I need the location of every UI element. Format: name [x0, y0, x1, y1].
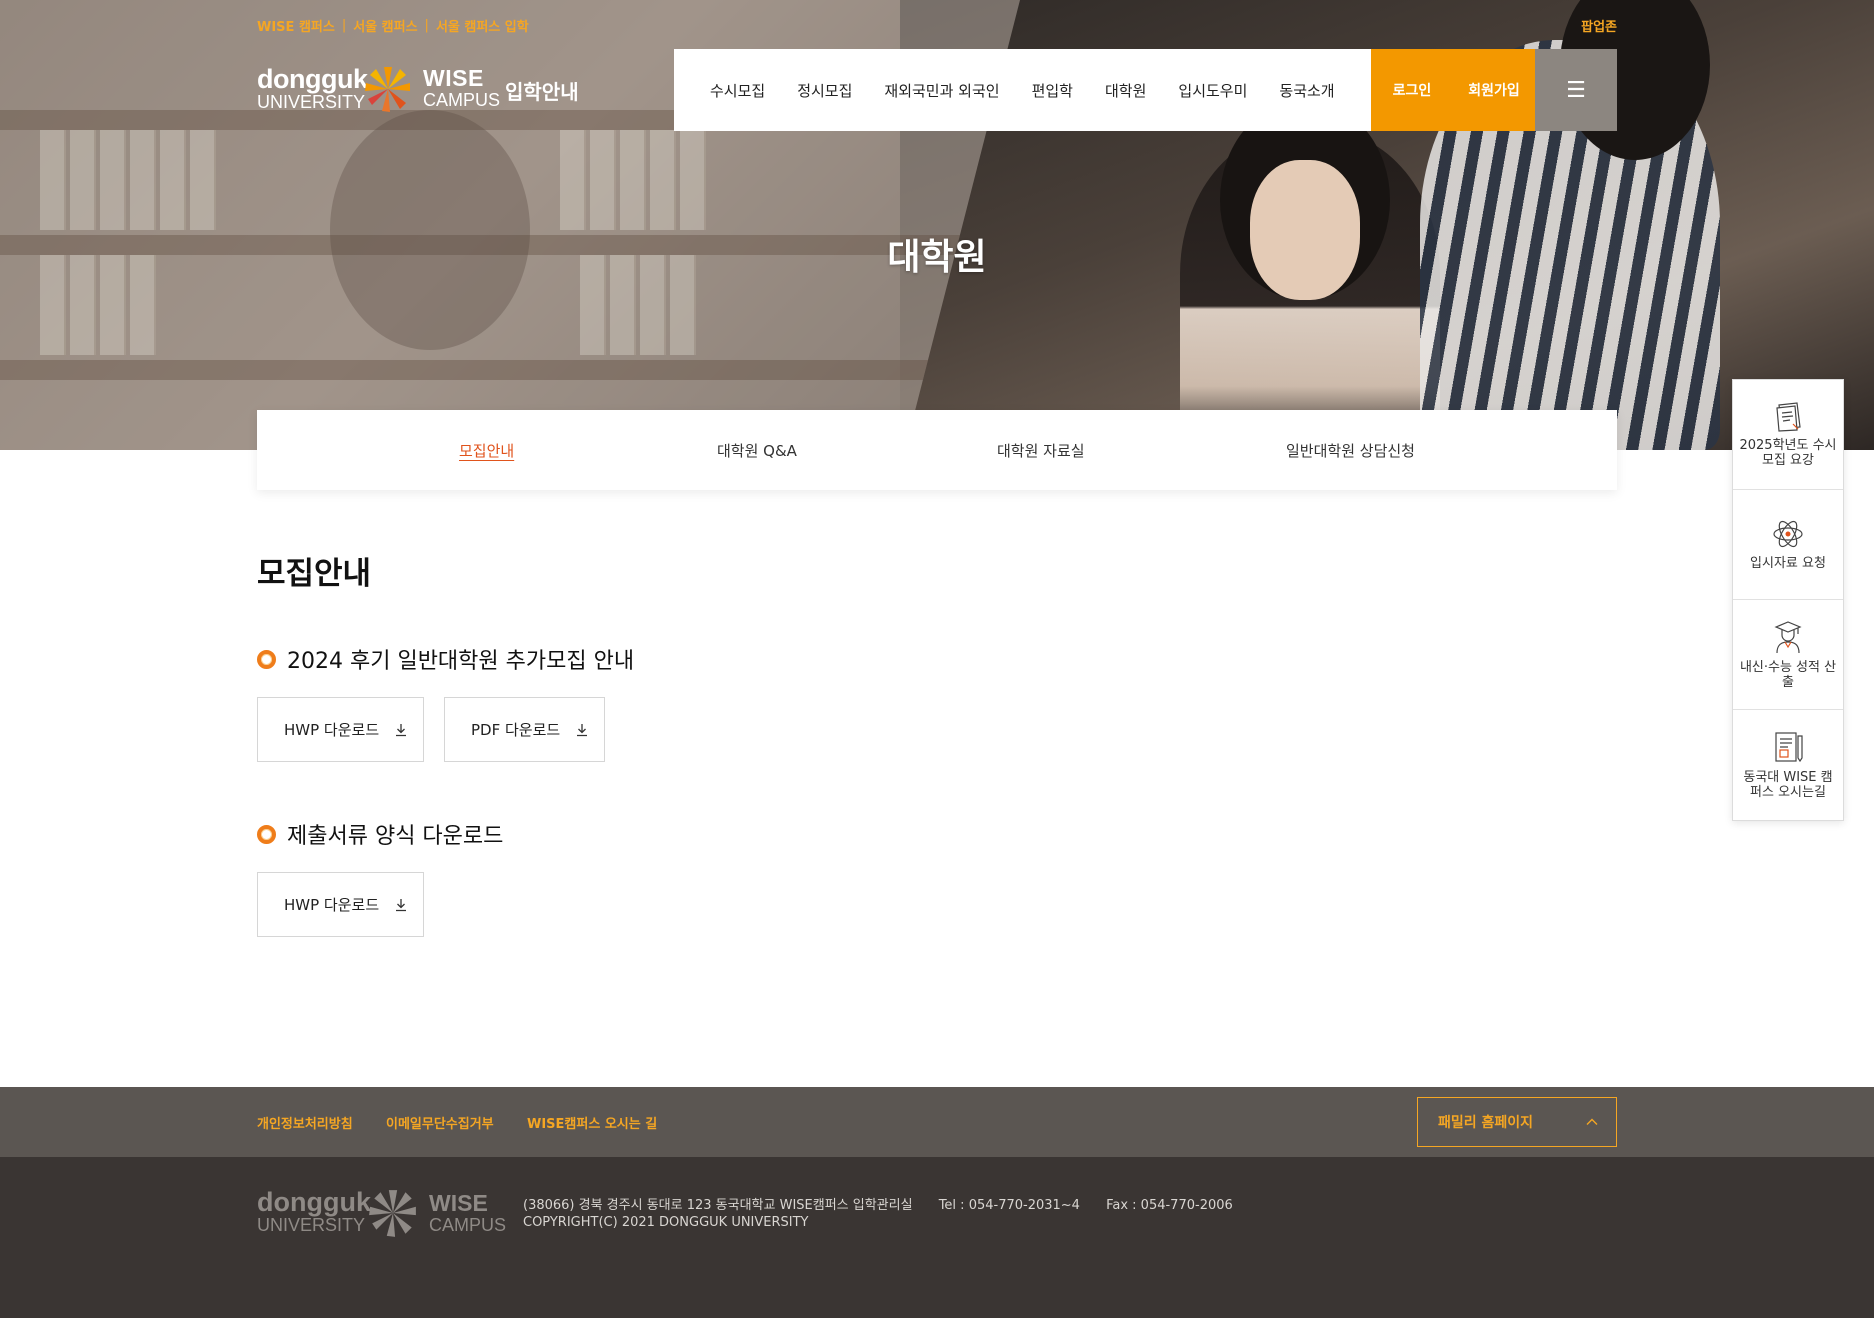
book — [680, 130, 706, 230]
logo-dongguk: dongguk UNIVERSITY — [257, 64, 368, 113]
quick-menu-guidebook[interactable]: 2025학년도 수시모집 요강 — [1733, 380, 1843, 490]
directions-link[interactable]: WISE캠퍼스 오시는 길 — [527, 1113, 657, 1132]
sub-tabs: 모집안내 대학원 Q&A 대학원 자료실 일반대학원 상담신청 — [257, 410, 1617, 490]
document-icon — [1776, 401, 1801, 432]
footer-contact-row: (38066) 경북 경주시 동대로 123 동국대학교 WISE캠퍼스 입학관… — [523, 1197, 1255, 1214]
section-title-text: 제출서류 양식 다운로드 — [287, 824, 504, 849]
tab-graduate-qna[interactable]: 대학원 Q&A — [717, 440, 797, 461]
footer-logo: dongguk UNIVERSITY WISE CAMPUS — [257, 1187, 507, 1241]
quick-menu-score-calculator[interactable]: 내신·수능 성적 산출 — [1733, 600, 1843, 710]
forms-hwp-download-button[interactable]: HWP 다운로드 — [257, 872, 424, 937]
privacy-policy-link[interactable]: 개인정보처리방침 — [257, 1113, 353, 1132]
book — [40, 130, 66, 230]
tab-recruitment-info[interactable]: 모집안내 — [459, 440, 514, 461]
shelf — [0, 360, 940, 380]
login-button[interactable]: 로그인 — [1371, 49, 1453, 131]
button-label: HWP 다운로드 — [284, 896, 380, 914]
logo-campus-text: CAMPUS — [423, 90, 501, 110]
logo-title: 입학안내 — [505, 80, 579, 104]
download-icon — [577, 724, 587, 737]
nav-item-regular-admission[interactable]: 정시모집 — [797, 80, 852, 101]
footer-logo-dongguk-text: dongguk — [257, 1187, 371, 1217]
book — [160, 130, 186, 230]
divider: | — [341, 18, 347, 33]
quick-menu-label: 입시자료 요청 — [1750, 556, 1826, 571]
atom-icon — [1773, 520, 1803, 548]
nav-item-about[interactable]: 동국소개 — [1279, 80, 1334, 101]
footer-logo-wise: WISE CAMPUS — [429, 1191, 506, 1235]
section-title-forms: 제출서류 양식 다운로드 — [257, 818, 503, 850]
logo-university-text: UNIVERSITY — [257, 92, 366, 112]
hero-title: 대학원 — [887, 237, 987, 278]
page-title: 모집안내 — [257, 556, 372, 592]
pdf-download-button[interactable]: PDF 다운로드 — [444, 697, 605, 762]
campus-link-seoul[interactable]: 서울 캠퍼스 — [353, 16, 417, 35]
logo-wise: WISE CAMPUS — [423, 66, 500, 110]
footer: dongguk UNIVERSITY WISE CAMPUS (38066) 경… — [0, 1157, 1874, 1318]
nav-item-graduate[interactable]: 대학원 — [1105, 80, 1146, 101]
tab-graduate-resources[interactable]: 대학원 자료실 — [997, 440, 1085, 461]
logo-mark-icon — [365, 67, 410, 112]
family-site-dropdown[interactable]: 패밀리 홈페이지 — [1417, 1097, 1617, 1147]
quick-menu-label: 동국대 WISE 캠퍼스 오시는길 — [1743, 770, 1833, 800]
section-title-additional-recruitment: 2024 후기 일반대학원 추가모집 안내 — [257, 643, 634, 675]
email-refusal-link[interactable]: 이메일무단수집거부 — [386, 1113, 494, 1132]
button-label: HWP 다운로드 — [284, 721, 380, 739]
quick-menu: 2025학년도 수시모집 요강 입시자료 요청 내신·수능 성적 산출 동국대 … — [1732, 379, 1844, 821]
nav-item-early-admission[interactable]: 수시모집 — [710, 80, 765, 101]
download-icon — [396, 724, 406, 737]
tab-consultation[interactable]: 일반대학원 상담신청 — [1286, 440, 1415, 461]
footer-address-text: (38066) 경북 경주시 동대로 123 동국대학교 WISE캠퍼스 입학관… — [523, 1198, 913, 1213]
hamburger-menu-icon[interactable]: ☰ — [1535, 49, 1617, 131]
campus-links: WISE 캠퍼스 | 서울 캠퍼스 | 서울 캠퍼스 입학 — [257, 16, 529, 35]
footer-fax: Fax : 054-770-2006 — [1106, 1198, 1233, 1213]
nav-item-overseas[interactable]: 재외국민과 외국인 — [884, 80, 999, 101]
divider: | — [424, 18, 429, 33]
footer-copyright: COPYRIGHT(C) 2021 DONGGUK UNIVERSITY — [523, 1215, 809, 1230]
book — [620, 130, 646, 230]
bullet-circle-icon — [257, 649, 276, 669]
campus-link-wise[interactable]: WISE 캠퍼스 — [257, 16, 335, 35]
nav-menu-list: 수시모집 정시모집 재외국민과 외국인 편입학 대학원 입시도우미 동국소개 — [674, 49, 1371, 131]
popup-zone-link[interactable]: 팝업존 — [1581, 16, 1617, 35]
map-document-icon — [1775, 732, 1803, 763]
nav-item-transfer[interactable]: 편입학 — [1032, 80, 1073, 101]
logo-dongguk-text: dongguk — [257, 64, 368, 94]
book — [70, 130, 96, 230]
quick-menu-label: 내신·수능 성적 산출 — [1739, 659, 1837, 690]
footer-logo-dongguk: dongguk UNIVERSITY — [257, 1187, 371, 1236]
section-title-text: 2024 후기 일반대학원 추가모집 안내 — [287, 649, 635, 674]
quick-menu-directions[interactable]: 동국대 WISE 캠퍼스 오시는길 — [1733, 710, 1843, 820]
book — [130, 130, 156, 230]
signup-button[interactable]: 회원가입 — [1453, 49, 1535, 131]
nav-item-helper[interactable]: 입시도우미 — [1178, 80, 1247, 101]
footer-links-bar: 개인정보처리방침 이메일무단수집거부 WISE캠퍼스 오시는 길 패밀리 홈페이… — [0, 1087, 1874, 1157]
graduate-icon — [1774, 620, 1802, 653]
footer-logo-university-text: UNIVERSITY — [257, 1215, 366, 1235]
family-site-label: 패밀리 홈페이지 — [1438, 1115, 1534, 1131]
quick-menu-label: 2025학년도 수시모집 요강 — [1739, 437, 1837, 468]
footer-tel: Tel : 054-770-2031~4 — [938, 1198, 1080, 1213]
quick-menu-request-materials[interactable]: 입시자료 요청 — [1733, 490, 1843, 600]
chevron-up-icon — [1586, 1118, 1598, 1125]
footer-logo-mark-icon — [369, 1190, 416, 1237]
logo-wise-text: WISE — [423, 65, 484, 91]
footer-logo-wise-text: WISE — [429, 1190, 488, 1216]
bullet-circle-icon — [257, 824, 276, 844]
book — [560, 130, 586, 230]
main-navigation: 수시모집 정시모집 재외국민과 외국인 편입학 대학원 입시도우미 동국소개 로… — [674, 49, 1617, 131]
book — [590, 130, 616, 230]
button-label: PDF 다운로드 — [471, 721, 561, 739]
site-logo[interactable]: dongguk UNIVERSITY WISE CAMPUS 입학안내 — [257, 62, 579, 116]
book — [190, 130, 216, 230]
footer-logo-campus-text: CAMPUS — [429, 1215, 507, 1235]
book — [100, 130, 126, 230]
campus-link-seoul-admission[interactable]: 서울 캠퍼스 입학 — [436, 16, 529, 35]
download-icon — [396, 899, 406, 912]
hwp-download-button[interactable]: HWP 다운로드 — [257, 697, 424, 762]
book — [650, 130, 676, 230]
footer-address: (38066) 경북 경주시 동대로 123 동국대학교 WISE캠퍼스 입학관… — [523, 1197, 1255, 1231]
